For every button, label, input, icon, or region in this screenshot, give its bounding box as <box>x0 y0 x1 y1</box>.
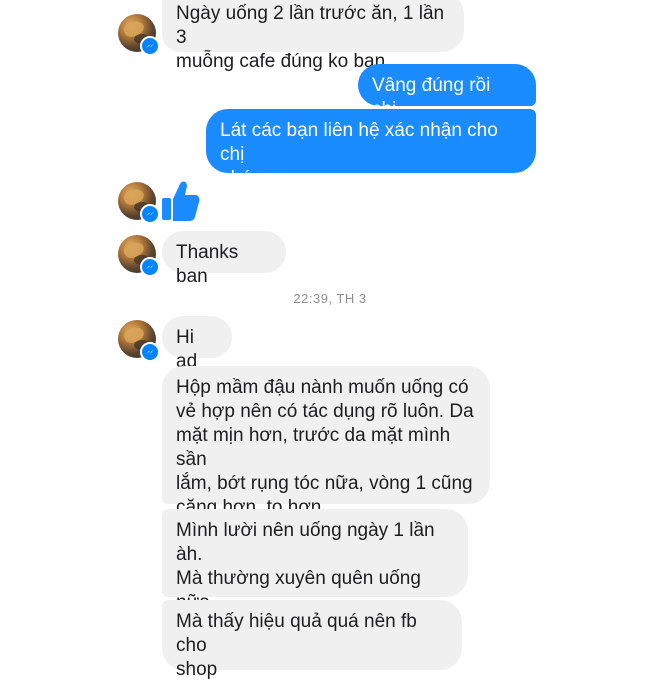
avatar[interactable] <box>118 235 160 277</box>
messenger-badge-icon <box>140 342 160 362</box>
avatar[interactable] <box>118 320 160 362</box>
messenger-badge-icon <box>140 204 160 224</box>
message-bubble-incoming: Ngày uống 2 lần trước ăn, 1 lần 3 muỗng … <box>162 0 464 72</box>
message-bubble-incoming: Mình lười nên uống ngày 1 lần àh. Mà thư… <box>162 509 468 637</box>
messenger-badge-icon <box>140 257 160 277</box>
message-bubble-outgoing: Vâng đúng rồi chị. <box>358 64 536 120</box>
messenger-badge-icon <box>140 36 160 56</box>
message-bubble-incoming: Thanks ban <box>162 231 286 287</box>
avatar[interactable] <box>118 14 160 56</box>
message-timestamp: 22:39, TH 3 <box>293 291 367 306</box>
message-bubble-incoming: Hi ad <box>162 316 232 372</box>
avatar[interactable] <box>118 182 160 224</box>
thumbs-up-icon <box>162 181 200 221</box>
message-bubble-incoming: Hộp mầm đậu nành muốn uống có vẻ hợp nên… <box>162 366 490 518</box>
message-bubble-outgoing: Lát các bạn liên hệ xác nhận cho chị nhé… <box>206 109 536 189</box>
